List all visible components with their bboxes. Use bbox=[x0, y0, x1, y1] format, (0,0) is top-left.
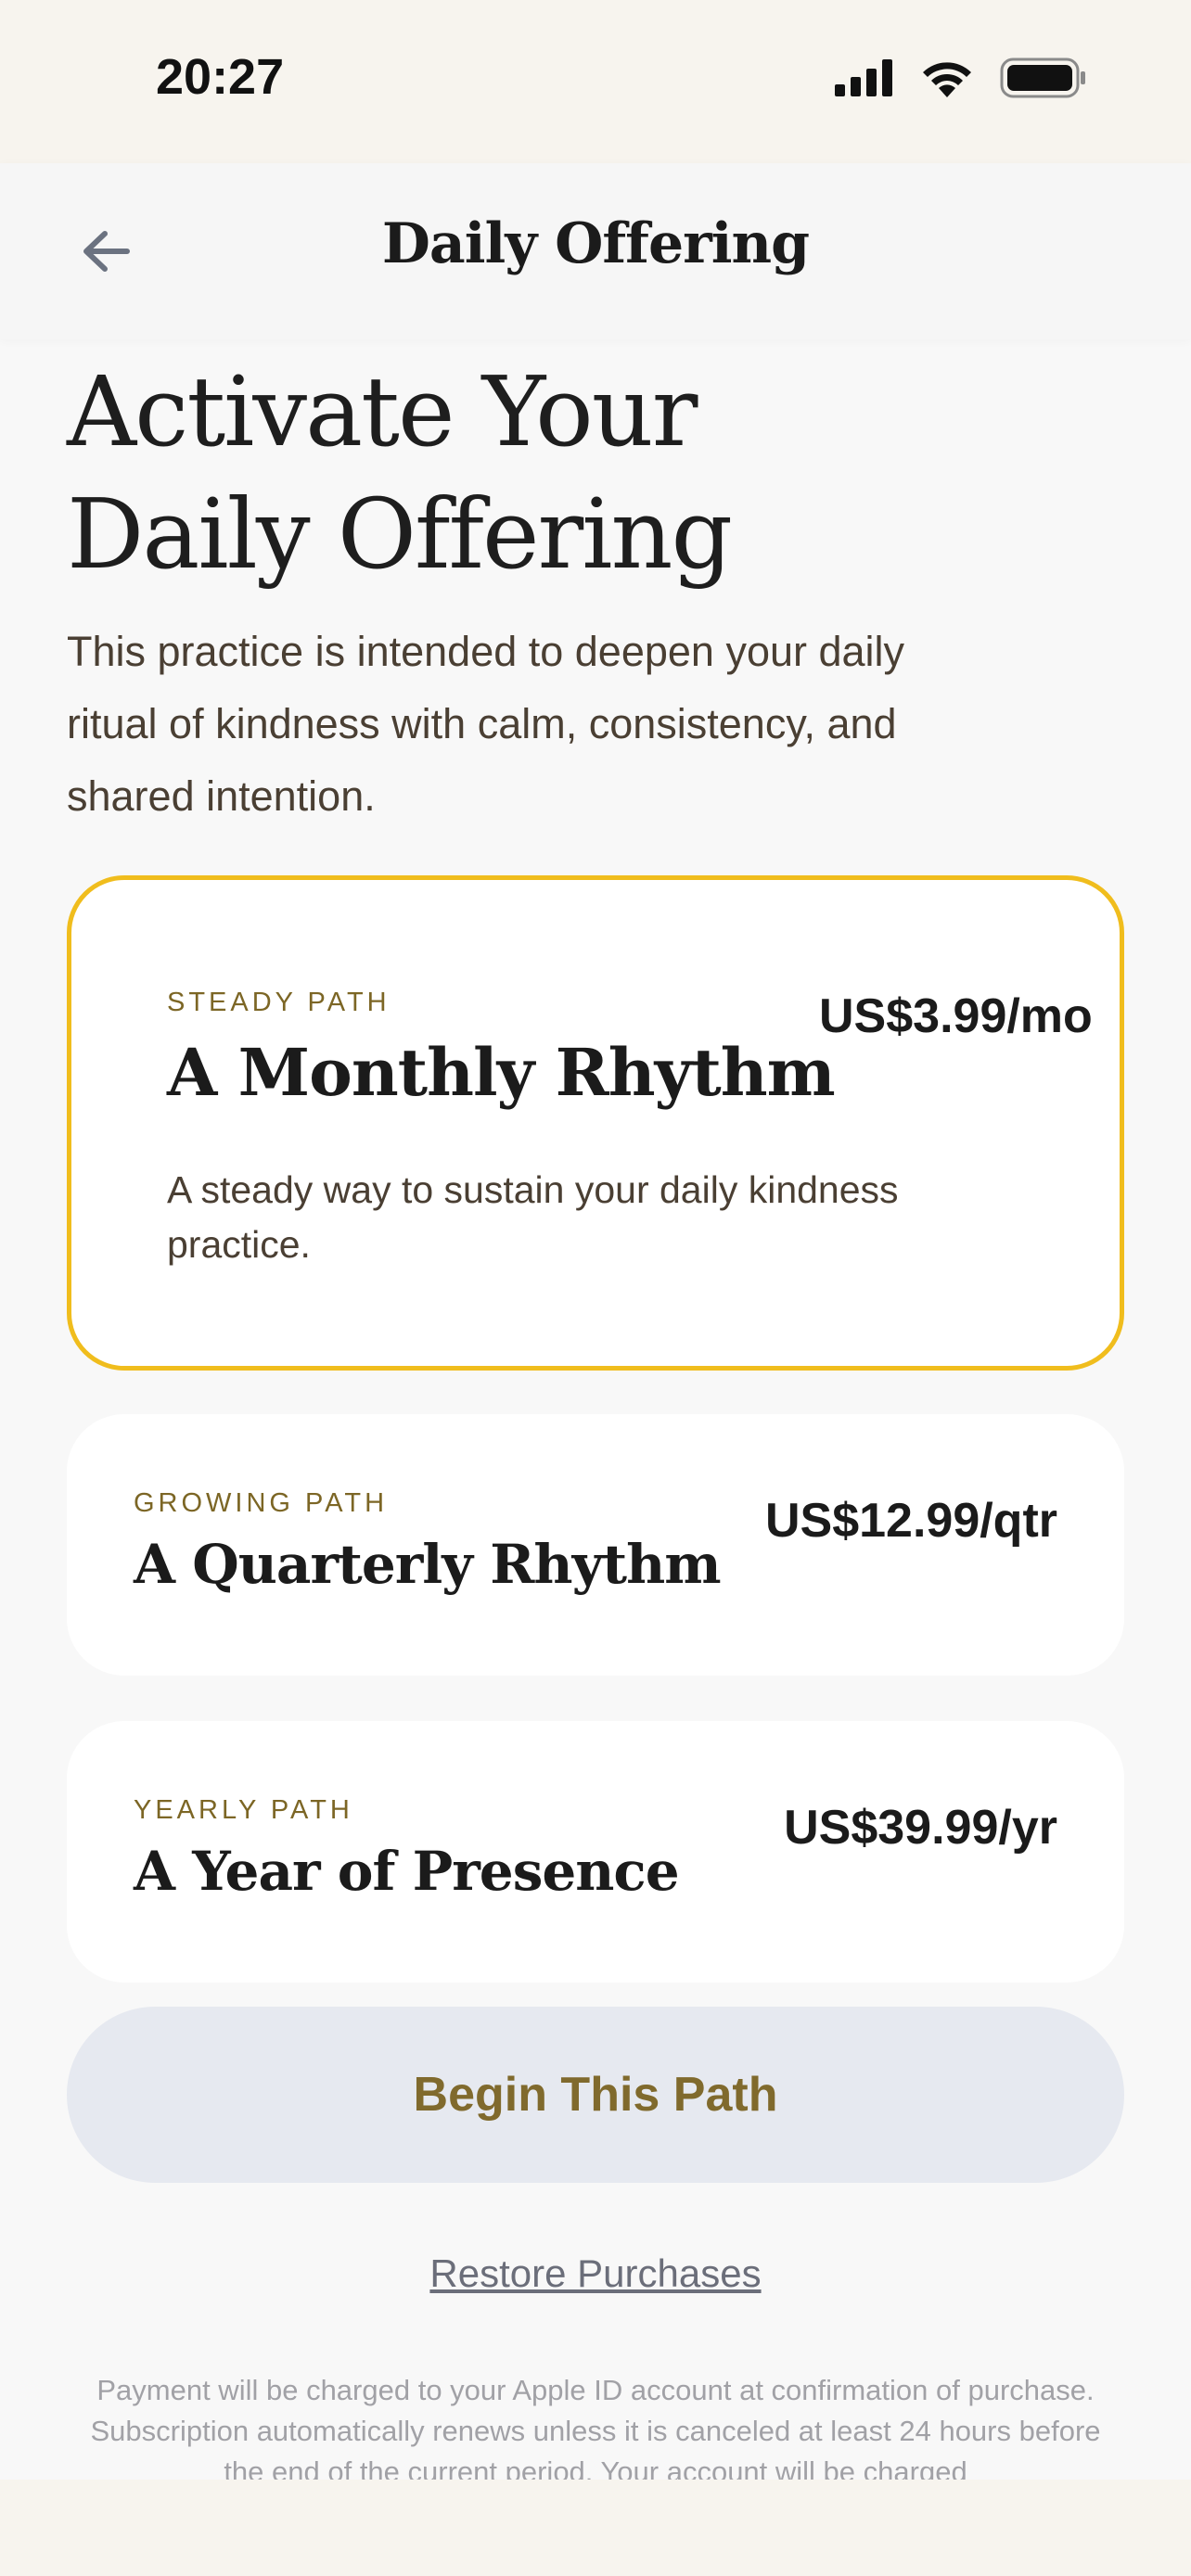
headline-line-1: Activate Your bbox=[67, 355, 698, 468]
restore-purchases-link[interactable]: Restore Purchases bbox=[0, 2251, 1191, 2296]
plan-card-monthly[interactable]: STEADY PATH A Monthly Rhythm US$3.99/mo … bbox=[67, 875, 1124, 1371]
begin-path-button[interactable]: Begin This Path bbox=[67, 2007, 1124, 2183]
wifi-icon bbox=[923, 62, 971, 97]
plan-description: A steady way to sustain your daily kindn… bbox=[167, 1168, 899, 1266]
page-title: Daily Offering bbox=[381, 211, 810, 276]
plan-card-yearly[interactable]: YEARLY PATH A Year of Presence US$39.99/… bbox=[67, 1721, 1124, 1983]
navigation-bar: Daily Offering bbox=[0, 163, 1191, 339]
plan-title: A Year of Presence bbox=[134, 1840, 680, 1903]
plan-title: A Monthly Rhythm bbox=[167, 1034, 836, 1111]
plan-price: US$3.99/mo bbox=[819, 989, 1093, 1043]
plan-eyebrow: GROWING PATH bbox=[134, 1488, 389, 1518]
bottom-bar bbox=[0, 2480, 1191, 2576]
battery-icon bbox=[1000, 57, 1085, 98]
plan-price: US$39.99/yr bbox=[784, 1801, 1057, 1855]
status-icons bbox=[835, 57, 1087, 98]
intro-text: This practice is intended to deepen your… bbox=[67, 628, 905, 820]
status-bar: 20:27 bbox=[0, 0, 1191, 163]
plan-price: US$12.99/qtr bbox=[764, 1494, 1057, 1548]
status-time: 20:27 bbox=[156, 49, 285, 105]
cellular-signal-icon bbox=[835, 59, 892, 96]
legal-text: Payment will be charged to your Apple ID… bbox=[90, 2374, 1101, 2481]
plan-eyebrow: YEARLY PATH bbox=[134, 1795, 353, 1825]
plan-title: A Quarterly Rhythm bbox=[134, 1533, 722, 1596]
headline-line-2: Daily Offering bbox=[67, 478, 733, 591]
plan-eyebrow: STEADY PATH bbox=[167, 988, 391, 1017]
headline: Activate Your Daily Offering bbox=[67, 351, 733, 595]
plan-card-quarterly[interactable]: GROWING PATH A Quarterly Rhythm US$12.99… bbox=[67, 1414, 1124, 1676]
